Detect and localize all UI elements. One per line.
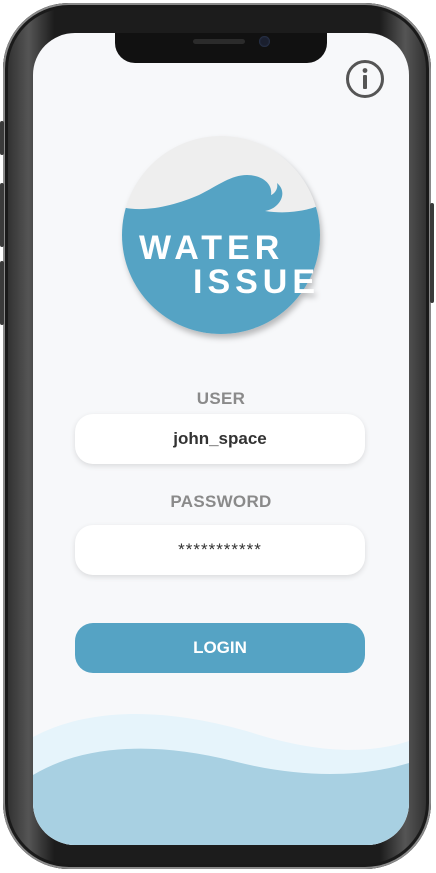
phone-frame: WATER ISSUE USER john_space PASSWORD ***…: [0, 3, 434, 869]
speaker-grille: [193, 39, 245, 44]
notch: [115, 33, 327, 63]
volume-down-button: [0, 261, 4, 325]
mute-switch: [0, 121, 4, 155]
power-button: [430, 203, 434, 303]
wave-footer: [33, 714, 409, 845]
login-button[interactable]: LOGIN: [75, 623, 365, 673]
logo-text-issue: ISSUE: [193, 263, 320, 301]
password-field[interactable]: ***********: [75, 525, 365, 575]
user-field[interactable]: john_space: [75, 414, 365, 464]
volume-up-button: [0, 183, 4, 247]
info-button[interactable]: [345, 59, 385, 99]
app-screen: WATER ISSUE USER john_space PASSWORD ***…: [33, 33, 409, 845]
user-label: USER: [196, 389, 246, 408]
water-issue-logo: WATER ISSUE: [122, 136, 320, 334]
front-camera: [259, 36, 270, 47]
password-label: PASSWORD: [170, 492, 272, 511]
info-icon: [346, 60, 384, 98]
logo-text-water: WATER: [139, 229, 284, 267]
